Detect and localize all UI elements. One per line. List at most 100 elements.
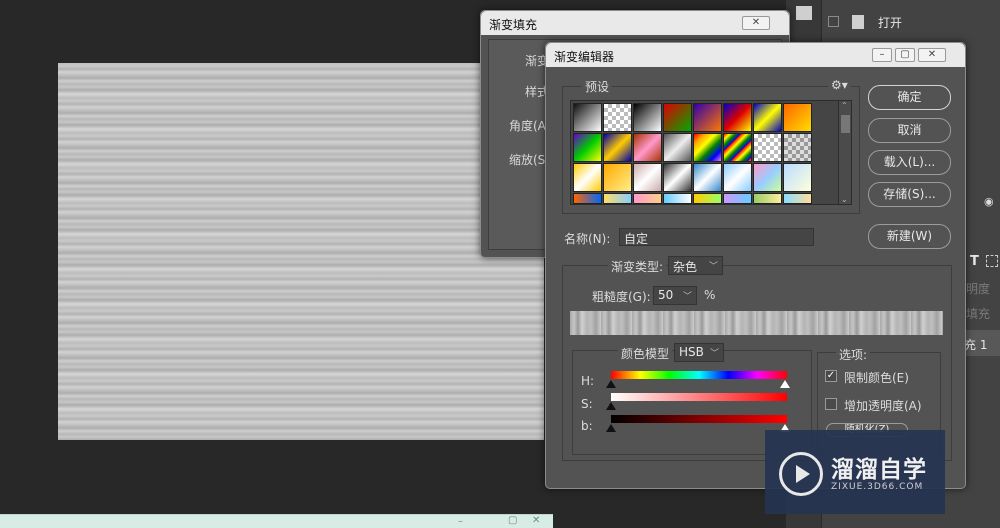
preset-swatch[interactable] — [603, 133, 632, 162]
chevron-down-icon: ﹀ — [709, 349, 719, 359]
hue-min-handle[interactable] — [606, 380, 616, 388]
preset-swatch[interactable] — [633, 133, 662, 162]
type-tool-icon[interactable]: T — [970, 254, 979, 269]
preset-swatch[interactable] — [783, 193, 812, 204]
layer-row[interactable]: 充 1 — [962, 330, 1000, 356]
restrict-colors-checkbox[interactable]: ✓ — [825, 370, 837, 382]
minimize-button[interactable]: – — [872, 48, 892, 62]
color-model-select[interactable]: HSB ﹀ — [674, 343, 724, 362]
close-button[interactable]: ✕ — [742, 16, 770, 30]
chevron-down-icon: ﹀ — [682, 292, 692, 302]
fill-label: 填充 — [966, 307, 991, 321]
maximize-button[interactable]: ▢ — [895, 48, 915, 62]
roughness-field[interactable]: 50 ﹀ — [653, 286, 697, 305]
preset-swatch[interactable] — [753, 163, 782, 192]
background-window-titlebar: – ▢ ✕ — [0, 514, 553, 528]
layer-name: 充 1 — [964, 338, 988, 352]
load-button[interactable]: 载入(L)... — [868, 150, 951, 175]
roughness-label: 粗糙度(G): — [592, 290, 651, 304]
gradient-type-select[interactable]: 杂色 ﹀ — [668, 256, 723, 275]
close-button[interactable]: ✕ — [918, 48, 946, 62]
preset-swatch[interactable] — [573, 103, 602, 132]
presets-label: 预设 — [582, 78, 613, 95]
watermark-site: ZIXUE.3D66.COM — [831, 482, 924, 492]
transform-icon[interactable] — [986, 255, 998, 267]
cancel-button[interactable]: 取消 — [868, 118, 951, 143]
document-icon — [852, 15, 864, 29]
color-model-label: 颜色模型 — [618, 345, 673, 362]
preset-swatch[interactable] — [723, 103, 752, 132]
preset-swatch[interactable] — [633, 163, 662, 192]
preset-swatch[interactable] — [663, 103, 692, 132]
hue-slider[interactable] — [611, 371, 787, 379]
color-model-value: HSB — [679, 345, 704, 359]
preset-swatch[interactable] — [753, 133, 782, 162]
chevron-down-icon: ﹀ — [708, 262, 718, 272]
saturation-slider[interactable] — [611, 393, 787, 401]
roughness-value: 50 — [658, 288, 674, 302]
gradient-preview-bar[interactable] — [570, 311, 943, 335]
play-logo-icon — [779, 452, 823, 496]
history-item-open[interactable]: 打开 — [786, 10, 1000, 34]
preset-swatch[interactable] — [633, 103, 662, 132]
watermark-logo: 溜溜自学 ZIXUE.3D66.COM — [765, 430, 945, 514]
preset-swatch[interactable] — [573, 193, 602, 204]
preset-swatch[interactable] — [603, 103, 632, 132]
watermark-brand: 溜溜自学 — [831, 457, 927, 483]
preset-swatch[interactable] — [693, 193, 722, 204]
scrollbar-thumb[interactable] — [841, 115, 850, 133]
brightness-label: b: — [581, 419, 593, 433]
preset-swatch[interactable] — [633, 193, 662, 204]
hue-max-handle[interactable] — [780, 380, 790, 388]
brightness-min-handle[interactable] — [606, 424, 616, 432]
preset-swatch[interactable] — [663, 133, 692, 162]
preset-swatch[interactable] — [723, 163, 752, 192]
dialog-title: 渐变填充 — [489, 18, 538, 32]
document-canvas[interactable] — [58, 63, 544, 440]
brightness-slider[interactable] — [611, 415, 787, 423]
preset-swatch[interactable] — [783, 133, 812, 162]
scroll-up-icon[interactable]: ⌃ — [841, 101, 848, 110]
preset-grid[interactable] — [570, 100, 840, 205]
minimize-icon[interactable]: – — [458, 516, 463, 527]
save-button[interactable]: 存储(S)... — [868, 182, 951, 207]
preset-swatch[interactable] — [603, 163, 632, 192]
preset-swatch[interactable] — [573, 133, 602, 162]
preset-swatch[interactable] — [723, 133, 752, 162]
roughness-unit: % — [704, 288, 716, 302]
add-transparency-label: 增加透明度(A) — [844, 399, 922, 413]
preset-swatch[interactable] — [753, 193, 782, 204]
scale-label: 缩放(S) — [509, 153, 550, 167]
ok-button[interactable]: 确定 — [868, 85, 951, 110]
preset-swatch[interactable] — [753, 103, 782, 132]
history-item-label: 打开 — [878, 16, 903, 30]
camera-icon[interactable]: ◉ — [984, 195, 998, 209]
maximize-icon[interactable]: ▢ — [508, 515, 517, 526]
history-checkbox[interactable] — [828, 16, 839, 27]
dialog-title: 渐变编辑器 — [554, 50, 615, 64]
opacity-label: 明度 — [966, 282, 991, 296]
gear-icon[interactable]: ⚙▾ — [828, 78, 851, 92]
preset-swatch[interactable] — [723, 193, 752, 204]
new-button[interactable]: 新建(W) — [868, 224, 951, 249]
preset-swatch[interactable] — [783, 163, 812, 192]
saturation-min-handle[interactable] — [606, 402, 616, 410]
restrict-colors-label: 限制颜色(E) — [844, 371, 909, 385]
preset-swatch[interactable] — [783, 103, 812, 132]
preset-swatch[interactable] — [663, 163, 692, 192]
preset-swatch[interactable] — [693, 103, 722, 132]
preset-swatch[interactable] — [603, 193, 632, 204]
hue-label: H: — [581, 374, 595, 388]
gradient-type-label: 渐变类型: — [608, 258, 667, 275]
preset-swatch[interactable] — [573, 163, 602, 192]
close-icon[interactable]: ✕ — [532, 515, 540, 526]
scroll-down-icon[interactable]: ⌄ — [841, 195, 848, 204]
name-label: 名称(N): — [564, 232, 611, 246]
options-label: 选项: — [836, 346, 871, 363]
preset-scrollbar[interactable]: ⌃ ⌄ — [838, 100, 852, 205]
add-transparency-checkbox[interactable] — [825, 398, 837, 410]
name-field[interactable]: 自定 — [619, 228, 814, 246]
preset-swatch[interactable] — [663, 193, 692, 204]
preset-swatch[interactable] — [693, 133, 722, 162]
preset-swatch[interactable] — [693, 163, 722, 192]
